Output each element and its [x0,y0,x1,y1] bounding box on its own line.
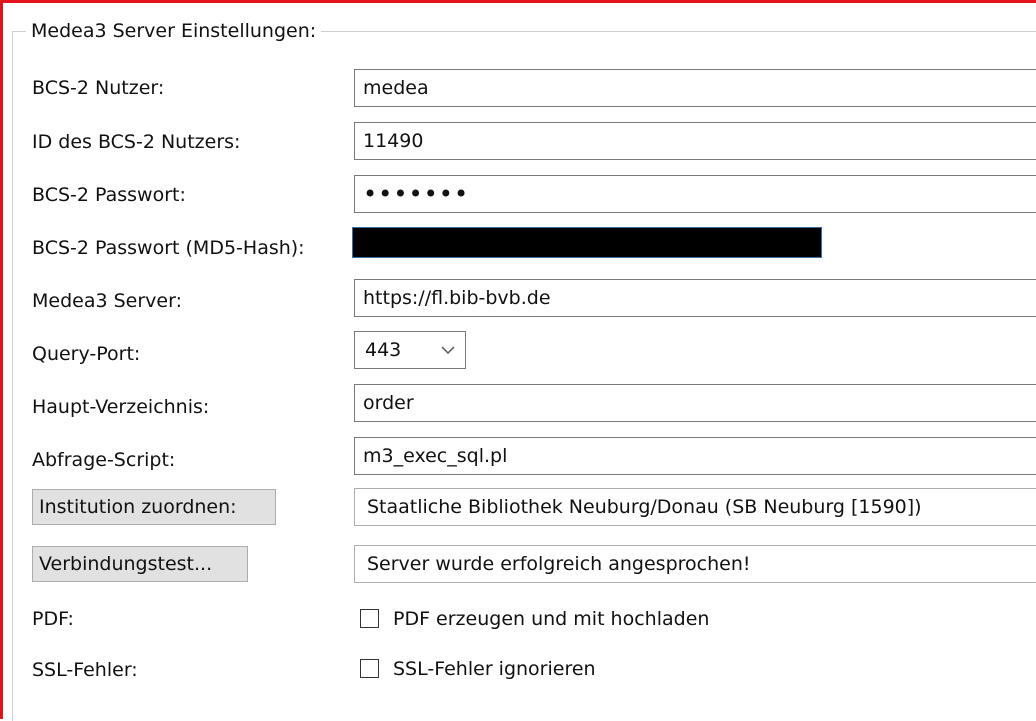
connection-test-result: Server wurde erfolgreich angesprochen! [354,545,1036,583]
ssl-label: SSL-Fehler: [32,659,138,681]
chevron-down-icon [441,346,455,355]
main-dir-label: Haupt-Verzeichnis: [32,396,210,418]
bcs-user-input[interactable]: medea [354,69,1036,107]
connection-test-button[interactable]: Verbindungstest... [32,546,248,582]
bcs-user-id-input[interactable]: 11490 [354,122,1036,160]
bcs-md5-label: BCS-2 Passwort (MD5-Hash): [32,237,305,259]
bcs-user-id-label: ID des BCS-2 Nutzers: [32,131,241,153]
ssl-checkbox-label[interactable]: SSL-Fehler ignorieren [393,656,596,682]
pdf-checkbox[interactable] [360,609,379,628]
query-script-input[interactable]: m3_exec_sql.pl [354,437,1036,475]
medea-server-label: Medea3 Server: [32,290,182,312]
assign-institution-button[interactable]: Institution zuordnen: [32,489,276,525]
institution-field: Staatliche Bibliothek Neuburg/Donau (SB … [354,488,1036,526]
medea-server-input[interactable]: https://fl.bib-bvb.de [354,279,1036,317]
bcs-password-input[interactable]: ••••••• [354,175,1036,213]
bcs-user-label: BCS-2 Nutzer: [32,77,165,99]
ssl-checkbox[interactable] [360,659,379,678]
query-port-value: 443 [365,339,402,361]
query-port-select[interactable]: 443 [354,331,466,369]
main-dir-input[interactable]: order [354,384,1036,422]
query-script-label: Abfrage-Script: [32,449,176,471]
pdf-label: PDF: [32,608,74,630]
bcs-password-label: BCS-2 Passwort: [32,184,186,206]
md5-hash-redacted-input[interactable] [352,227,822,258]
query-port-label: Query-Port: [32,343,141,365]
pdf-checkbox-label[interactable]: PDF erzeugen und mit hochladen [393,606,709,632]
groupbox-title: Medea3 Server Einstellungen: [26,18,322,44]
